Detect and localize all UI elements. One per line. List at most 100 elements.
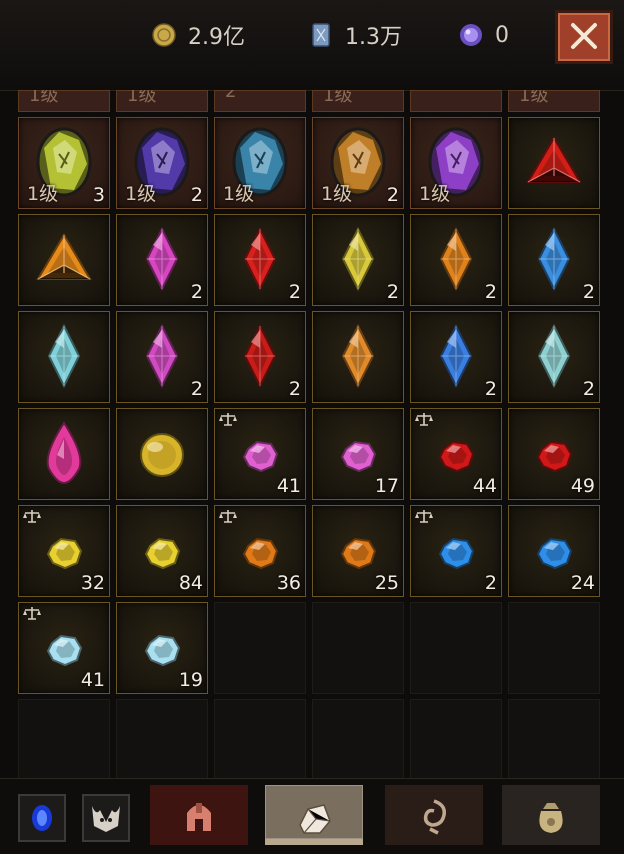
item-count: 2	[190, 378, 203, 400]
orange-marquise-gem-icon	[341, 323, 375, 389]
partial-item-slot[interactable]	[410, 90, 502, 112]
partial-item-slot[interactable]: 1级	[18, 90, 110, 112]
partial-item-slot[interactable]: 2	[214, 90, 306, 112]
portal-button[interactable]	[18, 794, 66, 842]
item-level: 1级	[27, 183, 59, 205]
item-count: 2	[190, 281, 203, 303]
item-count: 49	[570, 475, 595, 497]
scroll-amount: 1.3万	[345, 25, 402, 50]
item-count: 2	[484, 378, 497, 400]
inventory-slot[interactable]	[116, 408, 208, 500]
helmet[interactable]	[150, 785, 248, 845]
balance-scale-icon	[219, 510, 237, 523]
gems-tab-icon	[299, 804, 331, 834]
inventory-slot[interactable]	[18, 311, 110, 403]
partial-item-label: 1级	[29, 90, 59, 106]
orb-amount: 0	[495, 22, 509, 48]
partial-item-slot[interactable]: 1级	[312, 90, 404, 112]
inventory-slot[interactable]: 2	[410, 214, 502, 306]
inventory-slot[interactable]	[18, 408, 110, 500]
scroll-card-icon	[309, 23, 333, 47]
inventory-slot[interactable]: 2	[312, 214, 404, 306]
bottom-tab-bar	[0, 778, 624, 854]
item-level: 1级	[321, 183, 353, 205]
item-count: 2	[288, 281, 301, 303]
item-count: 3	[92, 184, 105, 206]
partial-item-label: 1级	[127, 90, 157, 106]
inventory-slot[interactable]: 2	[116, 214, 208, 306]
gold-coin-icon	[152, 23, 176, 47]
close-button[interactable]	[555, 10, 613, 64]
partial-item-slot[interactable]: 1级	[508, 90, 600, 112]
inventory-slot[interactable]: 44	[410, 408, 502, 500]
partial-item-slot[interactable]: 1级	[116, 90, 208, 112]
balance-scale-icon	[23, 510, 41, 523]
item-count: 19	[178, 669, 203, 691]
item-count: 32	[80, 572, 105, 594]
partial-item-label: 2	[225, 90, 237, 102]
inventory-slot[interactable]: 24	[508, 505, 600, 597]
inventory-slot[interactable]: 2	[214, 214, 306, 306]
item-count: 17	[374, 475, 399, 497]
rune-swirl-tab-icon	[423, 799, 447, 835]
gold-orb-icon	[140, 433, 184, 477]
inventory-slot[interactable]: 32	[18, 505, 110, 597]
partial-item-label: 1级	[519, 90, 549, 106]
item-count: 2	[386, 184, 399, 206]
orb-currency: 0	[459, 20, 509, 50]
inventory-slot[interactable]: 1级	[410, 117, 502, 209]
close-icon	[571, 23, 597, 49]
inventory-slot[interactable]: 49	[508, 408, 600, 500]
helmet-tab-icon	[187, 803, 211, 831]
empty-slot	[312, 602, 404, 694]
red-triangle-gem-icon	[526, 136, 582, 183]
inventory-slot[interactable]: 1级 2	[116, 117, 208, 209]
inventory-slot[interactable]: 2	[214, 311, 306, 403]
pink-teardrop-gem-icon	[46, 421, 82, 485]
gems[interactable]	[265, 785, 363, 845]
inventory-slot[interactable]: 2	[410, 505, 502, 597]
gold-bag-tab-icon	[539, 803, 563, 833]
inventory-slot[interactable]	[312, 311, 404, 403]
scroll-currency: 1.3万	[309, 20, 402, 50]
inventory-slot[interactable]: 17	[312, 408, 404, 500]
teal-marquise-gem-icon	[47, 323, 81, 389]
gold-amount: 2.9亿	[188, 25, 245, 50]
item-count: 44	[472, 475, 497, 497]
inventory-slot[interactable]: 2	[410, 311, 502, 403]
inventory-slot[interactable]: 1级	[214, 117, 306, 209]
inventory-slot[interactable]: 84	[116, 505, 208, 597]
item-count: 2	[288, 378, 301, 400]
item-level: 1级	[419, 183, 451, 205]
inventory-slot[interactable]: 2	[116, 311, 208, 403]
orange-triangle-gem-icon	[36, 233, 92, 280]
item-count: 41	[276, 475, 301, 497]
rune-swirl[interactable]	[385, 785, 483, 845]
demon-button[interactable]	[82, 794, 130, 842]
empty-slot	[410, 602, 502, 694]
gold-bag[interactable]	[502, 785, 600, 845]
purple-orb-icon	[459, 23, 483, 47]
item-level: 1级	[125, 183, 157, 205]
inventory-header: 2.9亿 1.3万 0	[0, 0, 624, 91]
item-count: 2	[484, 281, 497, 303]
item-count: 25	[374, 572, 399, 594]
inventory-slot[interactable]: 1级 3	[18, 117, 110, 209]
inventory-slot[interactable]	[508, 117, 600, 209]
inventory-slot[interactable]: 25	[312, 505, 404, 597]
item-count: 2	[582, 378, 595, 400]
inventory-slot[interactable]: 19	[116, 602, 208, 694]
balance-scale-icon	[415, 510, 433, 523]
empty-slot	[508, 602, 600, 694]
inventory-slot[interactable]: 2	[508, 311, 600, 403]
inventory-slot[interactable]	[18, 214, 110, 306]
inventory-slot[interactable]: 36	[214, 505, 306, 597]
inventory-slot[interactable]: 1级 2	[312, 117, 404, 209]
inventory-slot[interactable]: 41	[214, 408, 306, 500]
item-level: 1级	[223, 183, 255, 205]
blue-portal-icon	[32, 805, 52, 831]
inventory-slot[interactable]: 2	[508, 214, 600, 306]
inventory-slot[interactable]: 41	[18, 602, 110, 694]
item-count: 36	[276, 572, 301, 594]
partial-item-label: 1级	[323, 90, 353, 106]
